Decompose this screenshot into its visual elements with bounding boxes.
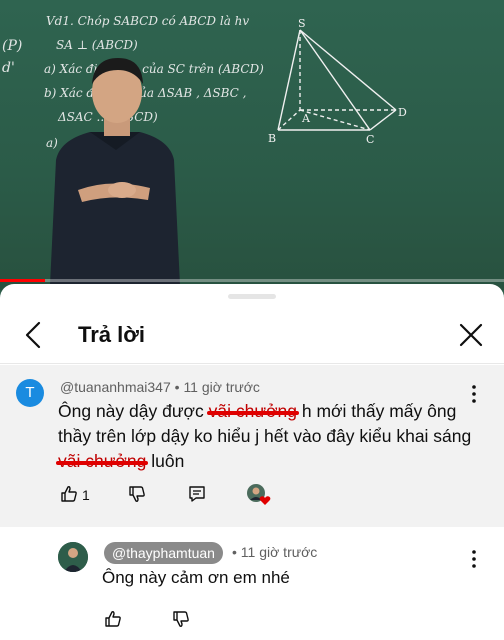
board-mark: d': [2, 60, 15, 76]
close-icon: [459, 323, 483, 347]
pyramid-label: C: [366, 133, 374, 146]
drag-handle[interactable]: [228, 294, 276, 299]
creator-handle-badge[interactable]: @thayphamtuan: [104, 542, 223, 564]
more-options-button[interactable]: [466, 548, 482, 570]
censored-word: vãi chưởng: [58, 451, 147, 471]
comment-text-part: luôn: [146, 451, 185, 471]
sheet-title: Trả lời: [78, 322, 145, 347]
more-vert-icon: [472, 550, 476, 568]
pyramid-label: B: [268, 132, 276, 145]
board-line: Vd1. Chóp SABCD có ABCD là hv: [46, 14, 250, 28]
comment-icon: [189, 486, 205, 502]
pyramid-diagram: S A B C D: [268, 18, 407, 146]
video-progress-bar[interactable]: [0, 279, 504, 282]
avatar[interactable]: [58, 542, 88, 572]
creator-heart-icon: [247, 484, 271, 505]
comment-author[interactable]: @tuananhmai347: [60, 379, 171, 395]
censored-word: vãi chưởng: [208, 401, 298, 421]
reply-time-value: 11 giờ trước: [240, 544, 318, 560]
video-player[interactable]: (P) d' Vd1. Chóp SABCD có ABCD là hv SA …: [0, 0, 504, 300]
close-button[interactable]: [456, 320, 486, 350]
like-button[interactable]: [104, 610, 122, 633]
creator-heart-badge: [246, 483, 272, 512]
comment-actions: 1: [58, 483, 298, 512]
presenter-figure: [50, 58, 180, 285]
pyramid-label: D: [398, 106, 407, 119]
comment-text: Ông này dậy được vãi chưởng h mới thấy m…: [58, 399, 478, 474]
reply-time: • 11 giờ trước: [232, 544, 317, 560]
back-button[interactable]: [20, 320, 48, 350]
reply-actions: [102, 610, 222, 634]
creator-avatar-image: [58, 542, 88, 572]
pyramid-label: A: [301, 112, 311, 125]
thumbs-up-icon: [61, 486, 77, 502]
sheet-header: Trả lời: [0, 308, 504, 364]
like-button[interactable]: [60, 485, 78, 508]
thumbs-down-icon: [173, 611, 189, 627]
chevron-left-icon: [25, 321, 41, 349]
like-count: 1: [82, 487, 90, 503]
dislike-button[interactable]: [128, 485, 146, 508]
comment-meta: @tuananhmai347 • 11 giờ trước: [60, 379, 260, 395]
comment-text-part: Ông này dậy được: [58, 401, 209, 421]
comment-time: 11 giờ trước: [183, 379, 260, 395]
dislike-button[interactable]: [172, 610, 190, 633]
reply-text: Ông này cảm ơn em nhé: [102, 568, 290, 587]
reply-button[interactable]: [188, 485, 206, 508]
meta-separator: •: [232, 544, 241, 560]
board-mark: (P): [2, 38, 23, 54]
parent-comment: T @tuananhmai347 • 11 giờ trước Ông này …: [0, 365, 504, 527]
video-progress-fill: [0, 279, 46, 282]
avatar[interactable]: T: [16, 379, 44, 407]
replies-sheet: Trả lời T @tuananhmai347 • 11 giờ trước …: [0, 284, 504, 640]
thumbs-down-icon: [129, 486, 145, 502]
thumbs-up-icon: [105, 611, 121, 627]
reply-comment: @thayphamtuan • 11 giờ trước Ông này cảm…: [0, 534, 504, 640]
pyramid-label: S: [298, 18, 306, 30]
